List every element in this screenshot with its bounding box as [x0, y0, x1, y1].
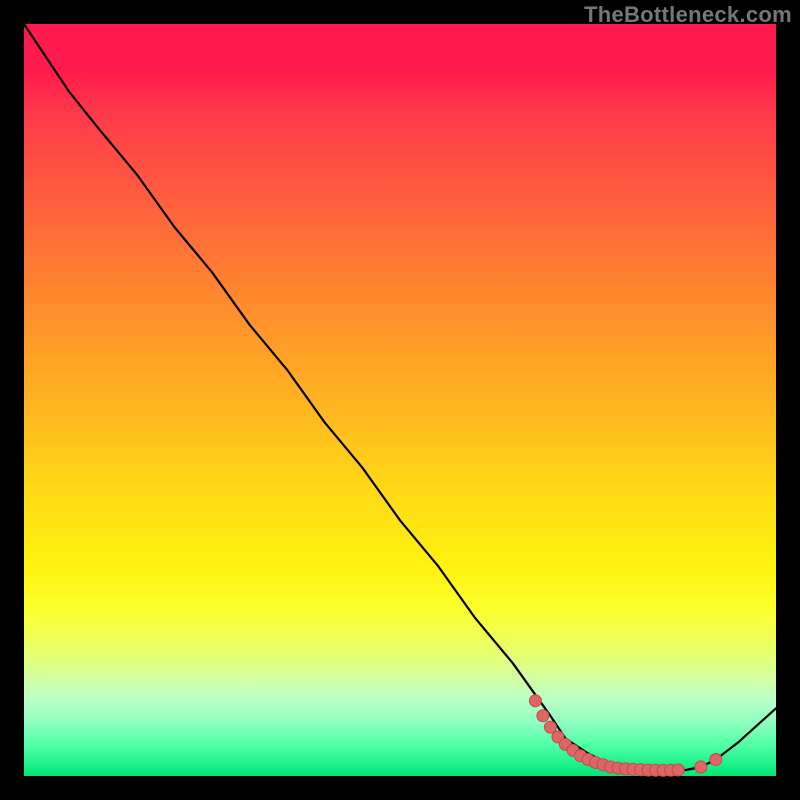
- plot-area: [24, 24, 776, 776]
- dot: [529, 695, 541, 707]
- dot: [537, 710, 549, 722]
- dot: [695, 761, 707, 773]
- chart-frame: TheBottleneck.com: [0, 0, 800, 800]
- highlight-dots: [529, 695, 721, 777]
- dot: [710, 754, 722, 766]
- dot: [672, 764, 684, 776]
- dot: [544, 721, 556, 733]
- curve-line: [24, 24, 776, 771]
- chart-svg: [24, 24, 776, 776]
